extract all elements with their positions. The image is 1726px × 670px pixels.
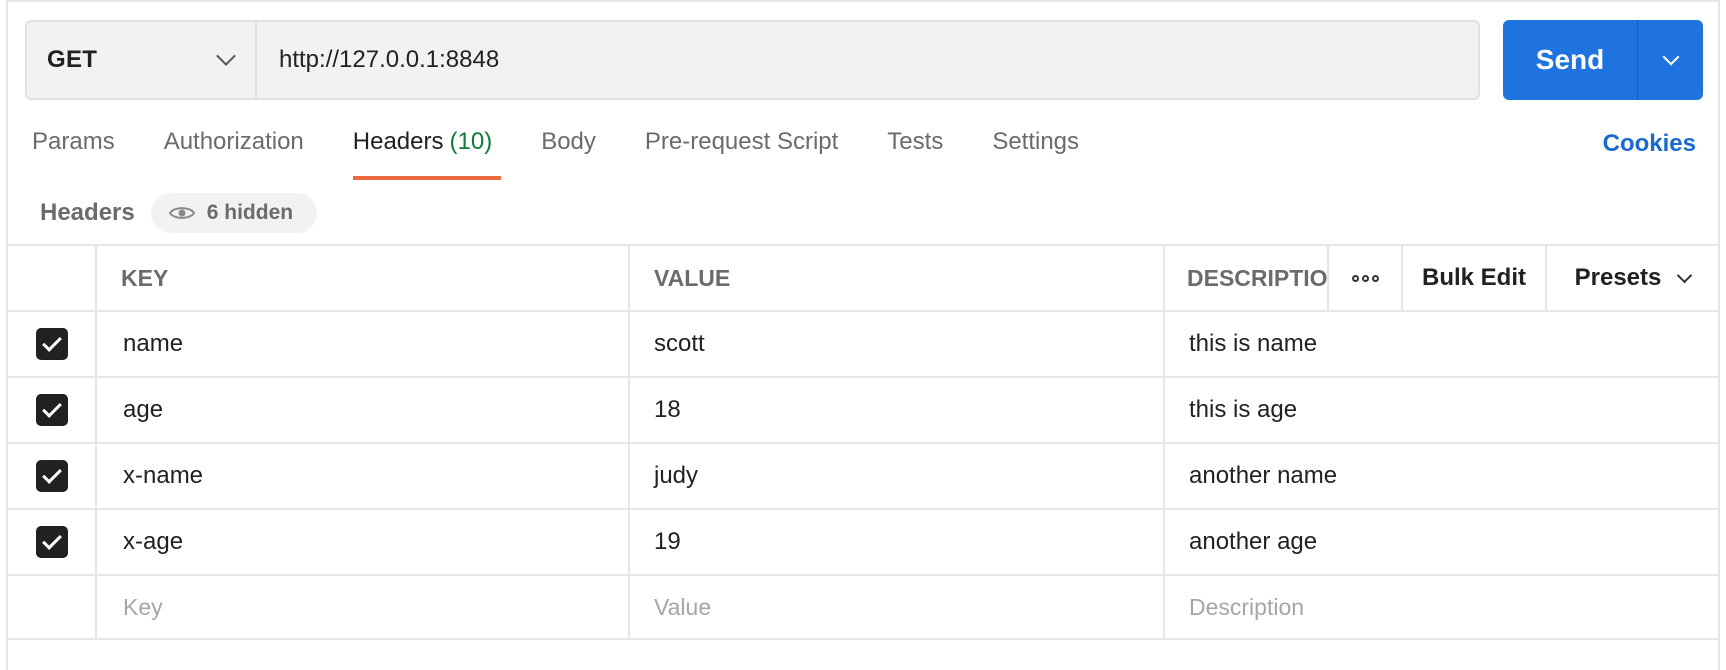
row-checkbox[interactable] <box>35 460 68 492</box>
tab-label: Params <box>32 128 115 155</box>
cookies-link[interactable]: Cookies <box>1603 130 1696 158</box>
key-cell[interactable]: x-age <box>97 510 630 574</box>
request-tabs: Params Authorization Headers (10) Body Pr… <box>32 128 1128 180</box>
chevron-down-icon <box>216 46 236 66</box>
presets-label: Presets <box>1574 264 1662 291</box>
tab-authorization[interactable]: Authorization <box>164 128 304 180</box>
bulk-edit-button[interactable]: Bulk Edit <box>1403 246 1547 310</box>
checkbox-cell <box>8 444 97 508</box>
check-icon <box>41 332 62 352</box>
tab-pre-request-script[interactable]: Pre-request Script <box>645 128 838 180</box>
headers-section-header: Headers 6 hidden <box>40 193 318 233</box>
more-options-button[interactable] <box>1329 246 1403 310</box>
tab-tests[interactable]: Tests <box>887 128 943 180</box>
send-button[interactable]: Send <box>1503 20 1637 100</box>
tab-label: Tests <box>887 128 944 155</box>
key-cell[interactable]: x-name <box>97 444 630 508</box>
send-button-group: Send <box>1503 20 1703 100</box>
value-cell[interactable]: 18 <box>630 378 1165 442</box>
tab-body[interactable]: Body <box>541 128 596 180</box>
new-header-row: Key Value Description <box>8 574 1718 640</box>
checkbox-cell <box>8 312 97 376</box>
description-column-header: DESCRIPTIO <box>1165 246 1329 310</box>
method-label: GET <box>47 46 98 73</box>
chevron-down-icon <box>1662 48 1679 66</box>
value-cell[interactable]: scott <box>630 312 1165 376</box>
table-row: x-age 19 another age <box>8 508 1718 574</box>
table-row: x-name judy another name <box>8 442 1718 508</box>
check-icon <box>41 530 62 550</box>
new-description-input[interactable]: Description <box>1165 576 1718 638</box>
description-cell[interactable]: another name <box>1165 444 1718 508</box>
tab-label: Authorization <box>163 128 304 155</box>
description-cell[interactable]: this is name <box>1165 312 1718 376</box>
row-checkbox[interactable] <box>35 328 68 360</box>
checkbox-cell <box>8 510 97 574</box>
key-column-header: KEY <box>97 246 630 310</box>
description-cell[interactable]: another age <box>1165 510 1718 574</box>
tab-label: Headers <box>352 128 444 155</box>
row-checkbox[interactable] <box>35 526 68 558</box>
new-value-input[interactable]: Value <box>630 576 1165 638</box>
checkbox-cell <box>8 576 97 638</box>
method-select[interactable]: GET <box>27 22 257 98</box>
check-icon <box>41 464 62 484</box>
checkbox-cell <box>8 378 97 442</box>
tab-label: Settings <box>992 128 1080 155</box>
table-row: age 18 this is age <box>8 376 1718 442</box>
value-cell[interactable]: 19 <box>630 510 1165 574</box>
check-icon <box>41 398 62 418</box>
eye-icon <box>168 207 195 219</box>
table-row: name scott this is name <box>8 310 1718 376</box>
chevron-down-icon <box>1677 267 1693 283</box>
tab-label: Body <box>541 128 596 155</box>
tab-label: Pre-request Script <box>644 128 839 155</box>
headers-section-title: Headers <box>40 199 135 226</box>
url-input[interactable] <box>257 22 1478 98</box>
request-bar: GET <box>25 20 1480 100</box>
row-checkbox[interactable] <box>35 394 68 426</box>
value-cell[interactable]: judy <box>630 444 1165 508</box>
tab-count-badge: (10) <box>449 128 493 155</box>
key-cell[interactable]: age <box>97 378 630 442</box>
headers-table: KEY VALUE DESCRIPTIO Bulk Edit Presets n… <box>8 244 1718 640</box>
table-header-row: KEY VALUE DESCRIPTIO Bulk Edit Presets <box>8 244 1718 310</box>
send-options-button[interactable] <box>1638 20 1703 100</box>
new-key-input[interactable]: Key <box>97 576 630 638</box>
presets-dropdown[interactable]: Presets <box>1547 246 1718 310</box>
tab-headers[interactable]: Headers (10) <box>352 128 502 180</box>
key-cell[interactable]: name <box>97 312 630 376</box>
description-cell[interactable]: this is age <box>1165 378 1718 442</box>
checkbox-column-header <box>8 246 97 310</box>
value-column-header: VALUE <box>630 246 1165 310</box>
more-horizontal-icon <box>1351 274 1379 282</box>
hidden-headers-toggle[interactable]: 6 hidden <box>150 193 318 233</box>
tab-params[interactable]: Params <box>32 128 115 180</box>
tab-settings[interactable]: Settings <box>992 128 1079 180</box>
hidden-headers-label: 6 hidden <box>206 201 294 224</box>
